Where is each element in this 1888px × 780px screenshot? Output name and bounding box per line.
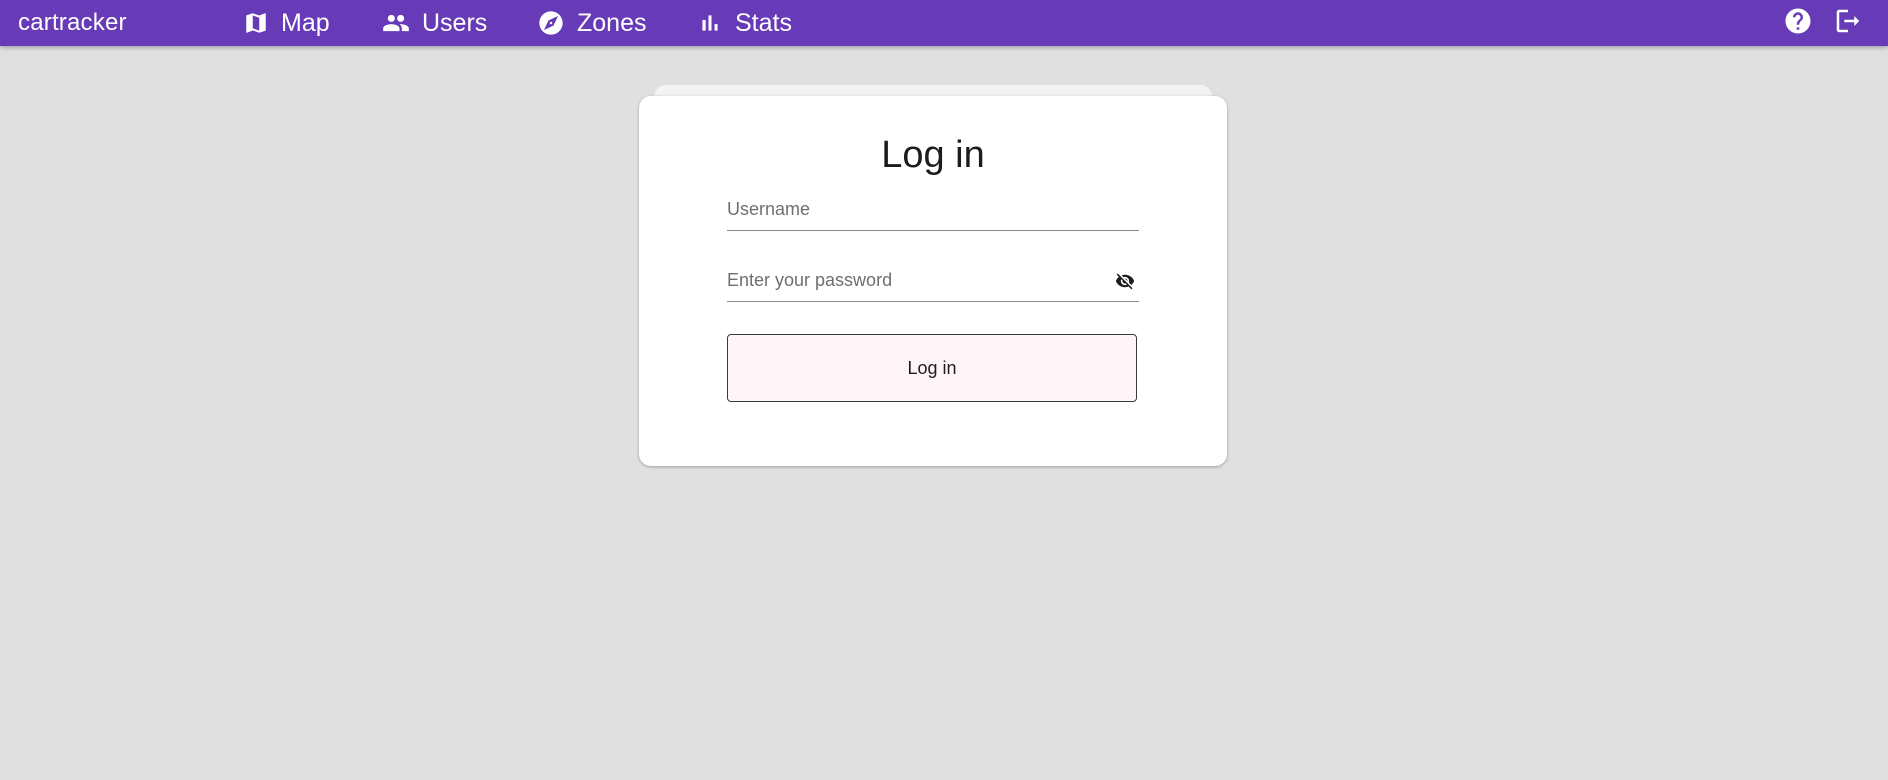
password-field <box>727 261 1139 302</box>
username-input[interactable] <box>727 190 1107 228</box>
logout-button[interactable] <box>1834 9 1862 37</box>
login-submit-button[interactable]: Log in <box>727 334 1137 402</box>
nav-item-label: Zones <box>577 8 647 37</box>
nav-item-stats[interactable]: Stats <box>697 0 792 46</box>
top-app-bar: cartracker Map Users Zones Stats <box>0 0 1888 46</box>
app-brand[interactable]: cartracker <box>18 0 127 46</box>
compass-icon <box>537 9 565 37</box>
help-button[interactable] <box>1784 8 1812 37</box>
nav-item-map[interactable]: Map <box>243 0 330 46</box>
visibility-off-icon[interactable] <box>1115 271 1135 291</box>
bar-chart-icon <box>697 10 723 36</box>
map-icon <box>243 10 269 36</box>
logout-icon <box>1833 6 1863 41</box>
login-title: Log in <box>881 134 985 176</box>
nav-item-label: Stats <box>735 8 792 37</box>
password-input[interactable] <box>727 261 1107 299</box>
users-icon <box>382 9 410 37</box>
help-icon <box>1783 6 1813 41</box>
nav-item-label: Users <box>422 8 488 37</box>
login-card: Log in Log in <box>639 96 1227 466</box>
username-field <box>727 190 1139 231</box>
nav-item-label: Map <box>281 8 330 37</box>
nav-item-zones[interactable]: Zones <box>537 0 646 46</box>
nav-item-users[interactable]: Users <box>382 0 487 46</box>
